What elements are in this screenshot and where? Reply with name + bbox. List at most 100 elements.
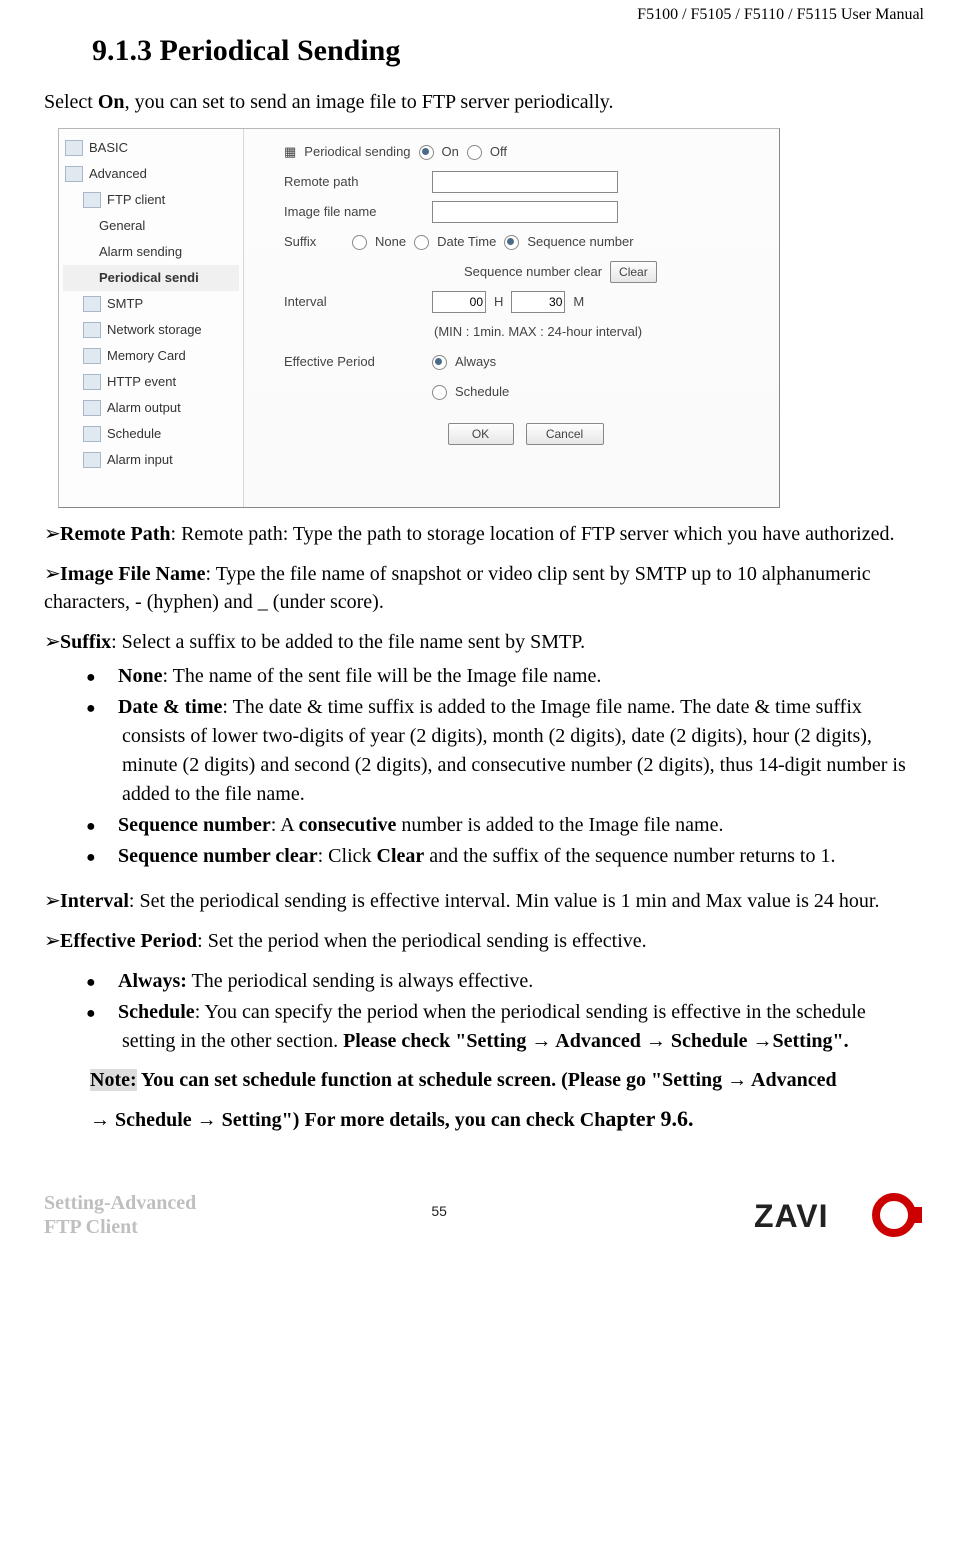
nav-http[interactable]: HTTP event [63,369,239,395]
nav-alarm-label: Alarm sending [99,243,182,261]
sub-sn-pre: : A [271,814,299,836]
grid-icon: ▦ [284,143,296,161]
footer-left-2: FTP Client [44,1215,196,1239]
footer-left: Setting-Advanced FTP Client [44,1191,196,1239]
radio-always-label: Always [455,353,496,371]
section-title: 9.1.3 Periodical Sending [92,30,924,72]
radio-on-label: On [442,143,459,161]
sub-sc-label: Sequence number clear [118,845,318,867]
nav-periodical-selected[interactable]: Periodical sendi [63,265,239,291]
nav-ftp[interactable]: FTP client [63,187,239,213]
nav-general[interactable]: General [63,213,239,239]
bullet-icon: ● [104,846,118,869]
radio-datetime-label: Date Time [437,233,496,251]
item-suffix-label: Suffix [60,631,111,653]
chevron-icon: ➢ [44,560,60,588]
chevron-icon: ➢ [44,887,60,915]
nav-alarmsending[interactable]: Alarm sending [63,239,239,265]
bullet-icon: ● [104,1002,118,1025]
clear-button[interactable]: Clear [610,261,657,283]
item-remote-path-text: : Remote path: Type the path to storage … [171,523,895,545]
ok-button[interactable]: OK [448,423,514,445]
radio-always[interactable] [432,355,447,370]
radio-schedule[interactable] [432,385,447,400]
row-interval-note: (MIN : 1min. MAX : 24-hour interval) [284,317,767,347]
bullet-icon: ● [104,971,118,994]
row-image-file-name: Image file name [284,197,767,227]
bullet-icon: ● [104,815,118,838]
radio-none-label: None [375,233,406,251]
sub-always-text: The periodical sending is always effecti… [187,970,533,992]
row-interval: Interval H M [284,287,767,317]
nav-alarmout[interactable]: Alarm output [63,395,239,421]
nav-memcard[interactable]: Memory Card [63,343,239,369]
suffix-sublist: ●None: The name of the sent file will be… [104,662,924,871]
sub-seqnum: ●Sequence number: A consecutive number i… [104,811,924,840]
radio-off-label: Off [490,143,507,161]
nav-memcard-label: Memory Card [107,347,186,365]
screenshot-nav: BASIC Advanced FTP client General Alarm … [59,129,244,507]
bullet-icon: ● [104,697,118,720]
screenshot-main: ▦ Periodical sending On Off Remote path … [244,129,779,507]
nav-ftp-label: FTP client [107,191,165,209]
item-effective: ➢Effective Period: Set the period when t… [44,927,924,955]
sub-sc-pre: : Click [318,845,377,867]
nav-alarmout-label: Alarm output [107,399,181,417]
nav-general-label: General [99,217,145,235]
folder-icon [83,400,101,416]
sub-schedule-bold: Please check "Setting → Advanced → Sched… [343,1030,849,1052]
nav-schedule[interactable]: Schedule [63,421,239,447]
nav-netstorage[interactable]: Network storage [63,317,239,343]
sub-datetime: ●Date & time: The date & time suffix is … [104,693,924,809]
bullet-icon: ● [104,666,118,689]
interval-m-label: M [573,293,584,311]
sub-dt-text: : The date & time suffix is added to the… [122,696,906,805]
note-line2-big: apter 9.6. [605,1106,693,1131]
folder-icon [65,140,83,156]
radio-seqnum[interactable] [504,235,519,250]
effective-period-label: Effective Period [284,353,424,371]
item-interval-text: : Set the periodical sending is effectiv… [129,890,880,912]
sub-sc-post: and the suffix of the sequence number re… [424,845,835,867]
image-file-name-label: Image file name [284,203,424,221]
nav-http-label: HTTP event [107,373,176,391]
interval-h-input[interactable] [432,291,486,313]
radio-datetime[interactable] [414,235,429,250]
nav-alarmin[interactable]: Alarm input [63,447,239,473]
row-remote-path: Remote path [284,167,767,197]
row-seq-clear: Sequence number clear Clear [284,257,767,287]
item-interval-label: Interval [60,890,129,912]
radio-on[interactable] [419,145,434,160]
item-effective-label: Effective Period [60,930,197,952]
nav-schedule-label: Schedule [107,425,161,443]
chevron-icon: ➢ [44,927,60,955]
sub-sn-mid: consecutive [299,814,397,836]
embedded-screenshot: BASIC Advanced FTP client General Alarm … [58,128,780,508]
sub-none-label: None [118,665,162,687]
radio-off[interactable] [467,145,482,160]
nav-smtp[interactable]: SMTP [63,291,239,317]
folder-icon [83,452,101,468]
row-buttons: OK Cancel [284,419,767,449]
remote-path-input[interactable] [432,171,618,193]
nav-basic[interactable]: BASIC [63,135,239,161]
nav-advanced[interactable]: Advanced [63,161,239,187]
interval-m-input[interactable] [511,291,565,313]
nav-smtp-label: SMTP [107,295,143,313]
interval-h-label: H [494,293,503,311]
sub-always-label: Always: [118,970,187,992]
doc-header: F5100 / F5105 / F5110 / F5115 User Manua… [44,4,924,26]
item-remote-path-label: Remote Path [60,523,171,545]
page-footer: Setting-Advanced FTP Client 55 ZAVI [44,1191,924,1239]
image-file-name-input[interactable] [432,201,618,223]
item-suffix: ➢Suffix: Select a suffix to be added to … [44,628,924,656]
nav-netstorage-label: Network storage [107,321,202,339]
cancel-button[interactable]: Cancel [526,423,604,445]
radio-schedule-label: Schedule [455,383,509,401]
item-image-file-name: ➢Image File Name: Type the file name of … [44,560,924,616]
footer-left-1: Setting-Advanced [44,1191,196,1215]
sub-none-text: : The name of the sent file will be the … [162,665,601,687]
sub-sn-label: Sequence number [118,814,271,836]
radio-none[interactable] [352,235,367,250]
intro-pre: Select [44,91,98,113]
